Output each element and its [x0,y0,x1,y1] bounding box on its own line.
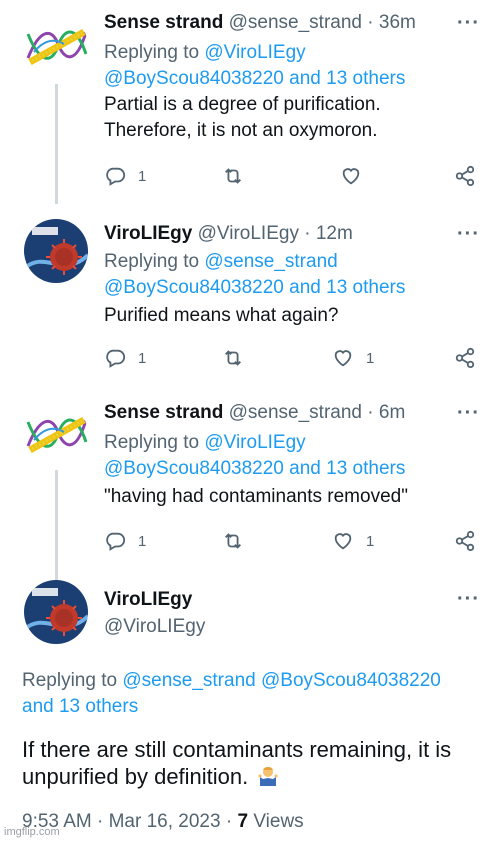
mention-link[interactable]: @BoyScou84038220 and 13 others [104,66,405,92]
author-handle[interactable]: @sense_strand [229,12,362,33]
like-button[interactable]: 1 [332,530,374,552]
avatar-virus[interactable] [24,580,88,644]
share-button[interactable] [454,165,476,187]
avatar-virus[interactable] [24,219,88,283]
timestamp[interactable]: 6m [379,402,405,423]
tweet-header: Sense strand @sense_strand · 36m [104,12,416,34]
like-count: 1 [366,349,375,367]
action-bar: 1 [104,165,484,189]
separator: · [97,811,104,832]
replying-to-label: Replying to [104,432,200,453]
replying-to: Replying to @sense_strand @BoyScou840382… [22,668,482,720]
share-icon [455,165,475,187]
more-options-icon[interactable]: ··· [457,588,480,611]
more-options-icon[interactable]: ··· [457,223,480,246]
retweet-button[interactable] [222,347,256,369]
like-icon [334,350,352,367]
like-icon [334,533,352,550]
avatar-dna-helix[interactable] [24,14,88,78]
mention-link[interactable]: and 13 others [22,696,138,717]
replying-to-label: Replying to [104,42,200,63]
replying-to: Replying to @sense_strand [104,249,338,275]
retweet-icon [225,168,241,184]
share-button[interactable] [454,530,476,552]
retweet-button[interactable] [222,165,256,187]
tweet-text-line: unpurified by definition. [22,764,249,789]
tweet-date[interactable]: Mar 16, 2023 [109,811,221,832]
reply-button[interactable]: 1 [104,530,146,552]
tweet-text: Therefore, it is not an oxymoron. [104,120,378,141]
views-label[interactable]: Views [253,811,303,832]
mention-link[interactable]: @sense_strand @BoyScou84038220 [122,670,441,691]
tweet-header: ViroLIEgy @ViroLIEgy · 12m [104,223,353,245]
share-button[interactable] [454,347,476,369]
mention-link[interactable]: @ViroLIEgy [204,42,305,63]
author-name[interactable]: ViroLIEgy [104,223,192,244]
more-options-icon[interactable]: ··· [457,402,480,425]
reply-count: 1 [138,532,147,550]
tweet[interactable]: ViroLIEgy @ViroLIEgy · 12m ··· Replying … [0,205,500,385]
like-icon [342,168,360,185]
mention-link[interactable]: @sense_strand [204,251,337,272]
timestamp[interactable]: 12m [316,223,353,244]
tweet-text-line: If there are still contaminants remainin… [22,737,452,762]
like-count: 1 [366,532,375,550]
views-count: 7 [237,811,249,832]
reply-icon [106,532,126,551]
author-handle[interactable]: @ViroLIEgy [104,616,205,638]
reply-icon [106,167,126,186]
reply-button[interactable]: 1 [104,165,146,187]
retweet-button[interactable] [222,530,256,552]
action-bar: 1 1 [104,530,484,554]
reply-button[interactable]: 1 [104,347,146,369]
share-icon [455,347,475,369]
separator: · [367,402,374,423]
watermark: imgflip.com [4,826,60,838]
replying-to-label: Replying to [104,251,200,272]
author-name[interactable]: Sense strand [104,402,223,423]
mention-link[interactable]: @ViroLIEgy [204,432,305,453]
share-icon [455,530,475,552]
replying-to-label: Replying to [22,670,118,691]
mention-link[interactable]: @BoyScou84038220 and 13 others [104,456,405,482]
tweet-text: Partial is a degree of purification. [104,94,381,115]
author-name[interactable]: ViroLIEgy [104,589,192,611]
tweet-text: "having had contaminants removed" [104,486,408,507]
tweet[interactable]: Sense strand @sense_strand · 36m ··· Rep… [0,0,500,200]
retweet-icon [225,350,241,366]
mention-link[interactable]: @BoyScou84038220 and 13 others [104,275,405,301]
separator: · [304,223,311,244]
reply-count: 1 [138,167,147,185]
reply-count: 1 [138,349,147,367]
replying-to: Replying to @ViroLIEgy [104,430,306,456]
author-name[interactable]: Sense strand [104,12,223,33]
author-handle[interactable]: @ViroLIEgy [198,223,299,244]
avatar-dna-helix[interactable] [24,402,88,466]
person-shrugging-emoji [258,767,278,786]
tweet-meta: 9:53 AM · Mar 16, 2023 · 7 Views [22,811,304,833]
author-handle[interactable]: @sense_strand [229,402,362,423]
tweet-text: If there are still contaminants remainin… [22,736,492,790]
tweet[interactable]: Sense strand @sense_strand · 6m ··· Repl… [0,390,500,570]
reply-icon [106,349,126,368]
like-button[interactable]: 1 [332,347,374,369]
separator: · [225,811,233,832]
tweet-text: Purified means what again? [104,305,339,326]
more-options-icon[interactable]: ··· [457,12,480,35]
timestamp[interactable]: 36m [379,12,416,33]
retweet-icon [225,533,241,549]
action-bar: 1 1 [104,347,484,371]
like-button[interactable] [340,165,374,187]
replying-to: Replying to @ViroLIEgy [104,40,306,66]
separator: · [367,12,374,33]
tweet-header: Sense strand @sense_strand · 6m [104,402,405,424]
